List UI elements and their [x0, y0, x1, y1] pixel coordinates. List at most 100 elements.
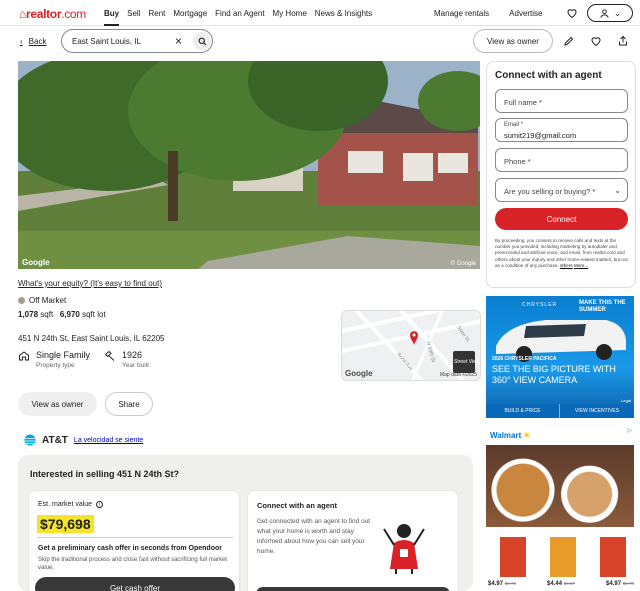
consent-others-link[interactable]: others [560, 263, 573, 268]
chrysler-tagline: MAKE THIS THE SUMMER [579, 300, 626, 313]
nav-my-home[interactable]: My Home [273, 9, 307, 26]
att-link[interactable]: La velocidad se siente [74, 437, 143, 444]
top-nav: ⌂realtor.com Buy Sell Rent Mortgage Find… [0, 0, 640, 26]
walmart-spark-icon: ✳ [523, 431, 531, 440]
status-text: Off Market [29, 296, 67, 305]
location-map[interactable]: Street View Google Map data ©2025 State … [341, 310, 481, 381]
get-cash-offer-button[interactable]: Get cash offer [35, 577, 235, 591]
user-menu-button[interactable]: ⌄ [587, 4, 633, 22]
property-type-label: Property type [36, 362, 75, 369]
connect-agent-card-button[interactable] [256, 587, 450, 591]
food-image [486, 445, 634, 527]
form-title: Connect with an agent [495, 70, 602, 81]
nav-rent[interactable]: Rent [148, 9, 165, 26]
email-field[interactable]: Email * sumit219@gmail.com [495, 118, 628, 142]
action-buttons: View as owner Share [18, 392, 153, 416]
price-was: $5.78 [504, 581, 516, 586]
product-boxes-image [500, 537, 626, 577]
cash-offer-description: Skip the traditional process and close f… [38, 557, 228, 571]
connect-agent-card-title: Connect with an agent [257, 501, 338, 510]
walmart-brand: Walmart [490, 431, 522, 440]
chevron-left-icon: ‹ [20, 37, 23, 46]
search-value: East Saint Louis, IL [72, 37, 141, 46]
nav-news[interactable]: News & Insights [315, 9, 372, 26]
chrysler-brand: CHRYSLER [522, 302, 558, 308]
view-as-owner-button[interactable]: View as owner [18, 392, 97, 416]
property-address: 451 N 24th St, East Saint Louis, IL 6220… [18, 334, 165, 343]
est-market-value-label: Est. market value i [38, 501, 104, 508]
property-type: Single Family Property type [18, 350, 90, 369]
nav-mortgage[interactable]: Mortgage [173, 9, 207, 26]
favorite-heart-icon[interactable] [590, 35, 602, 47]
chevron-down-icon: ⌄ [614, 186, 621, 195]
equity-link[interactable]: What's your equity? (It's easy to find o… [18, 279, 162, 288]
cash-offer-title: Get a preliminary cash offer in seconds … [38, 545, 222, 552]
realtor-logo[interactable]: ⌂realtor.com [19, 7, 86, 21]
price-item[interactable]: $4.44 $4.97 [547, 581, 575, 587]
share-icon[interactable] [617, 35, 629, 47]
nav-sell[interactable]: Sell [127, 9, 140, 26]
walmart-ad[interactable]: Walmart ✳ ▷ $4.97 $5.78 $4.44 $4.97 $4.9… [486, 425, 634, 591]
connect-button[interactable]: Connect [495, 208, 628, 230]
ad-choices-icon[interactable]: ▷ [627, 427, 632, 434]
full-name-placeholder: Full name * [504, 98, 542, 107]
info-icon[interactable]: i [96, 501, 104, 508]
nav-links: Buy Sell Rent Mortgage Find an Agent My … [104, 9, 372, 26]
price-item[interactable]: $4.97 $5.78 [488, 581, 516, 587]
build-price-button[interactable]: BUILD & PRICE [486, 404, 560, 418]
view-incentives-button[interactable]: VIEW INCENTIVES [560, 404, 634, 418]
consent-text: By proceeding, you consent to receive ca… [495, 238, 631, 269]
divider [37, 537, 233, 538]
price-was: $4.97 [563, 581, 575, 586]
google-copyright: © Google [450, 261, 476, 267]
price-now: $4.97 [488, 581, 504, 587]
selling-buying-select[interactable]: Are you selling or buying? * ⌄ [495, 178, 628, 202]
street-view-label[interactable]: Street View [454, 359, 479, 365]
chrysler-model: 2026 CHRYSLER PACIFICA [492, 356, 557, 362]
nav-manage-rentals[interactable]: Manage rentals [434, 9, 489, 18]
logo-text: realtor [25, 7, 62, 21]
product-prices: $4.97 $5.78 $4.44 $4.97 $4.97 $5.78 [488, 581, 634, 587]
search-input[interactable]: East Saint Louis, IL × [61, 29, 213, 53]
email-label: Email * [504, 122, 524, 128]
selling-title: Interested in selling 451 N 24th St? [30, 469, 180, 479]
att-brand: AT&T [42, 434, 68, 446]
email-value: sumit219@gmail.com [504, 131, 577, 140]
share-button[interactable]: Share [105, 392, 153, 416]
nav-buy[interactable]: Buy [104, 9, 120, 26]
property-facts: 1,078 sqft 6,970 sqft lot [18, 310, 106, 319]
agent-illustration-icon [383, 524, 425, 574]
street-view-photo[interactable]: Google © Google [18, 61, 480, 269]
nav-right: Manage rentals Advertise [434, 9, 543, 18]
user-icon [600, 8, 609, 18]
connect-agent-card: Connect with an agent Get connected with… [247, 490, 459, 591]
back-link[interactable]: ‹ Back [20, 37, 46, 46]
nav-advertise[interactable]: Advertise [509, 9, 542, 18]
price-was: $5.78 [622, 581, 634, 586]
chrysler-ad[interactable]: CHRYSLER MAKE THIS THE SUMMER 2026 CHRYS… [486, 296, 634, 418]
view-as-owner-top-button[interactable]: View as owner [473, 29, 553, 53]
full-name-field[interactable]: Full name * [495, 89, 628, 113]
hammer-icon [104, 350, 115, 361]
lot-value: 6,970 [59, 310, 80, 319]
connect-agent-card-desc: Get connected with an agent to find out … [257, 518, 371, 555]
price-now: $4.44 [547, 581, 563, 587]
selling-section: Interested in selling 451 N 24th St? Est… [18, 455, 473, 591]
price-item[interactable]: $4.97 $5.78 [606, 581, 634, 587]
clear-icon[interactable]: × [175, 34, 182, 48]
phone-field[interactable]: Phone * [495, 148, 628, 172]
emv-label-text: Est. market value [38, 501, 93, 508]
saved-heart-icon[interactable] [566, 7, 578, 19]
chrysler-legal[interactable]: Legal [621, 398, 631, 403]
att-sponsor[interactable]: AT&T La velocidad se siente [24, 434, 143, 446]
home-icon [19, 351, 29, 361]
connect-agent-form: Connect with an agent Full name * Email … [486, 61, 636, 288]
edit-pencil-icon[interactable] [563, 35, 575, 47]
property-type-value: Single Family [36, 350, 91, 360]
nav-find-agent[interactable]: Find an Agent [215, 9, 264, 26]
status-badge: Off Market [18, 296, 66, 305]
consent-more-link[interactable]: More... [574, 263, 588, 268]
estimated-price: $79,698 [37, 515, 94, 533]
search-icon[interactable] [193, 32, 211, 50]
status-dot-icon [18, 297, 25, 304]
